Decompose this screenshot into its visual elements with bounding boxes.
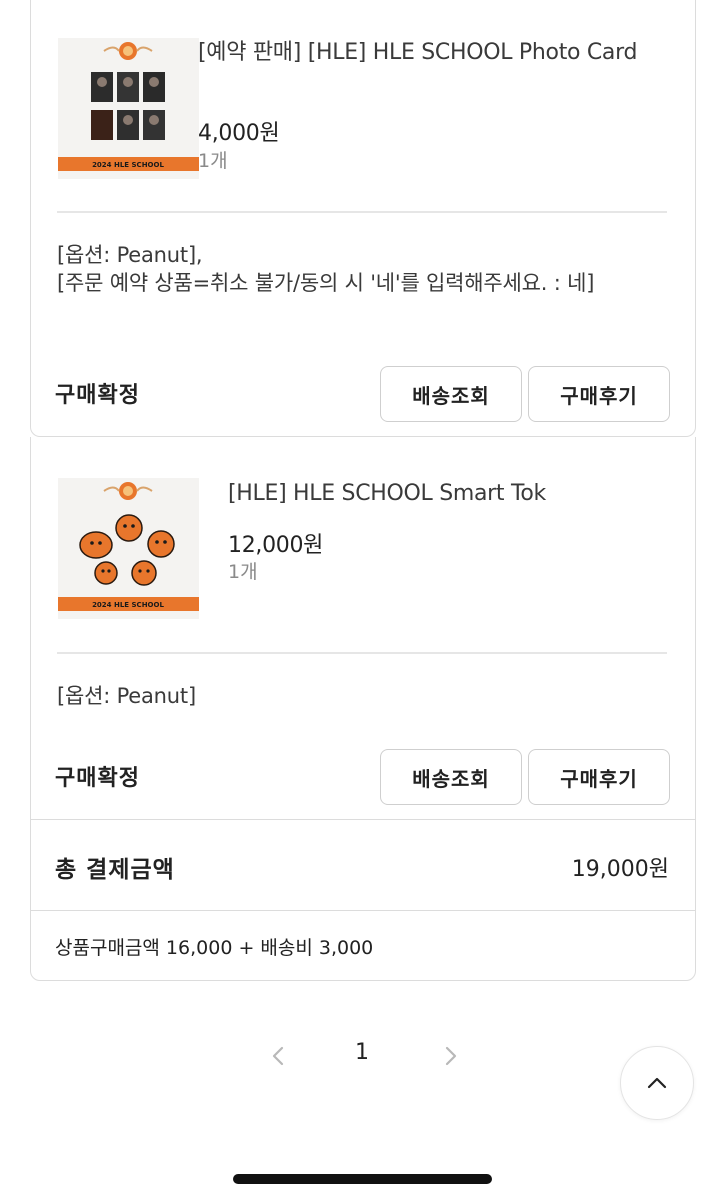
product-title-text[interactable]: [HLE] HLE SCHOOL Smart Tok [228,479,668,508]
home-indicator[interactable] [233,1174,492,1184]
chevron-up-icon [647,1077,667,1089]
product-thumbnail-smart-tok[interactable]: 2024 HLE SCHOOL [58,478,199,619]
product-thumbnail-photo-card[interactable]: 2024 HLE SCHOOL [58,38,199,179]
payment-summary: 총 결제금액 19,000원 상품구매금액 16,000 + 배송비 3,000 [30,819,696,981]
option-line: [옵션: Peanut], [57,243,203,267]
scroll-to-top-button[interactable] [620,1046,694,1120]
option-line: [주문 예약 상품=취소 불가/동의 시 '네'를 입력해주세요. : 네] [57,271,595,295]
order-status: 구매확정 [55,766,140,791]
track-delivery-button[interactable]: 배송조회 [380,366,522,422]
chevron-left-icon[interactable] [266,1043,292,1069]
write-review-button[interactable]: 구매후기 [528,749,670,805]
product-option: [옵션: Peanut] [57,682,657,710]
track-delivery-button[interactable]: 배송조회 [380,749,522,805]
total-label: 총 결제금액 [55,857,175,883]
order-status: 구매확정 [55,383,140,408]
product-quantity: 1개 [228,561,258,583]
page-number-current[interactable]: 1 [355,1040,369,1065]
divider [57,211,667,213]
product-price: 12,000원 [228,533,324,558]
option-line: [옵션: Peanut] [57,684,196,708]
smart-tok-image: 2024 HLE SCHOOL [58,478,199,619]
payment-breakdown: 상품구매금액 16,000 + 배송비 3,000 [55,937,374,959]
product-price: 4,000원 [198,121,280,146]
total-value: 19,000원 [571,857,669,882]
photo-card-image: 2024 HLE SCHOOL [58,38,199,179]
product-title-text[interactable]: [예약 판매] [HLE] HLE SCHOOL Photo Card [198,38,638,67]
write-review-button[interactable]: 구매후기 [528,366,670,422]
total-row: 총 결제금액 19,000원 [31,820,695,911]
thumbnail-caption: 2024 HLE SCHOOL [92,161,164,169]
product-title[interactable]: [예약 판매] [HLE] HLE SCHOOL Photo Card [198,38,638,67]
product-quantity: 1개 [198,150,228,172]
thumbnail-caption: 2024 HLE SCHOOL [92,601,164,609]
product-title[interactable]: [HLE] HLE SCHOOL Smart Tok [228,479,668,508]
divider [57,652,667,654]
product-option: [옵션: Peanut], [주문 예약 상품=취소 불가/동의 시 '네'를 … [57,241,657,297]
chevron-right-icon[interactable] [437,1043,463,1069]
